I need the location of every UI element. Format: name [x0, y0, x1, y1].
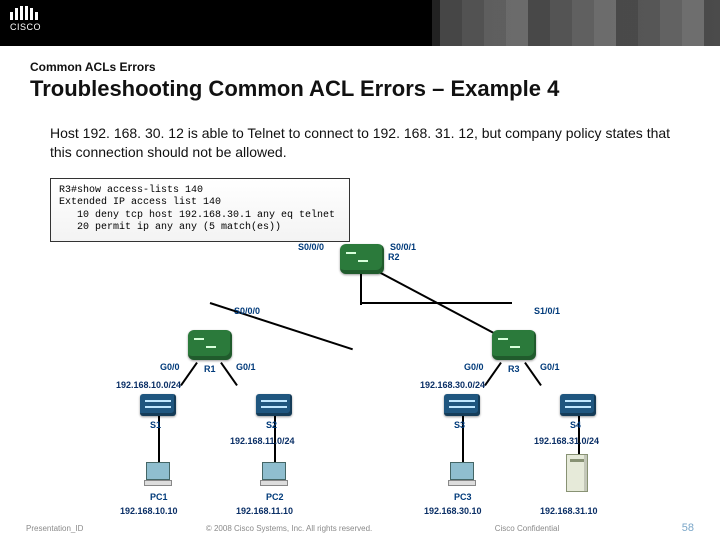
cli-output-box: R3#show access-lists 140 Extended IP acc…: [50, 178, 350, 242]
cisco-logo-icon: [10, 6, 41, 20]
iface-label: S0/0/1: [390, 242, 416, 252]
ip-label: 192.168.30.10: [424, 506, 482, 516]
switch-label: S3: [454, 420, 465, 430]
cisco-logo-text: CISCO: [10, 22, 41, 32]
switch-label: S1: [150, 420, 161, 430]
footer-right: Cisco Confidential: [495, 524, 559, 533]
footer-center: © 2008 Cisco Systems, Inc. All rights re…: [206, 524, 372, 533]
pc-label: PC1: [150, 492, 168, 502]
footer: Presentation_ID © 2008 Cisco Systems, In…: [0, 522, 720, 534]
pc-label: PC2: [266, 492, 284, 502]
iface-label: S0/0/0: [298, 242, 324, 252]
pc-pc2: [258, 462, 290, 488]
iface-label: G0/1: [540, 362, 560, 372]
iface-label: G0/0: [160, 362, 180, 372]
network-diagram: R2 S0/0/0 S0/0/1 R1 S0/0/0 G0/0 G0/1 R3 …: [60, 250, 660, 540]
switch-s1: [140, 394, 176, 416]
iface-label: S0/0/0: [234, 306, 260, 316]
banner-photo-strip: [440, 0, 720, 46]
server: [566, 454, 588, 492]
link: [180, 362, 198, 386]
pc-label: PC3: [454, 492, 472, 502]
router-r3: [492, 330, 536, 360]
ip-label: 192.168.31.10: [540, 506, 598, 516]
footer-left: Presentation_ID: [26, 524, 83, 533]
switch-s3: [444, 394, 480, 416]
ip-label: 192.168.11.10: [236, 506, 293, 516]
pc-pc1: [142, 462, 174, 488]
page-title: Troubleshooting Common ACL Errors – Exam…: [30, 76, 690, 102]
router-label: R3: [508, 364, 520, 374]
switch-label: S4: [570, 420, 581, 430]
top-banner: CISCO: [0, 0, 720, 46]
subnet-label: 192.168.10.0/24: [116, 380, 181, 390]
heading-block: Common ACLs Errors Troubleshooting Commo…: [0, 46, 720, 110]
switch-s4: [560, 394, 596, 416]
iface-label: G0/1: [236, 362, 256, 372]
pc-pc3: [446, 462, 478, 488]
iface-label: G0/0: [464, 362, 484, 372]
subnet-label: 192.168.30.0/24: [420, 380, 485, 390]
router-label: R1: [204, 364, 216, 374]
footer-page: 58: [682, 522, 694, 534]
router-r2: [340, 244, 384, 274]
cisco-logo: CISCO: [10, 6, 41, 32]
subnet-label: 192.168.31.0/24: [534, 436, 599, 446]
switch-label: S2: [266, 420, 277, 430]
kicker: Common ACLs Errors: [30, 60, 690, 74]
router-label: R2: [388, 252, 400, 262]
router-r1: [188, 330, 232, 360]
switch-s2: [256, 394, 292, 416]
iface-label: S1/0/1: [534, 306, 560, 316]
link: [484, 362, 502, 386]
ip-label: 192.168.10.10: [120, 506, 178, 516]
body-paragraph: Host 192. 168. 30. 12 is able to Telnet …: [0, 110, 720, 172]
subnet-label: 192.168.11.0/24: [230, 436, 295, 446]
